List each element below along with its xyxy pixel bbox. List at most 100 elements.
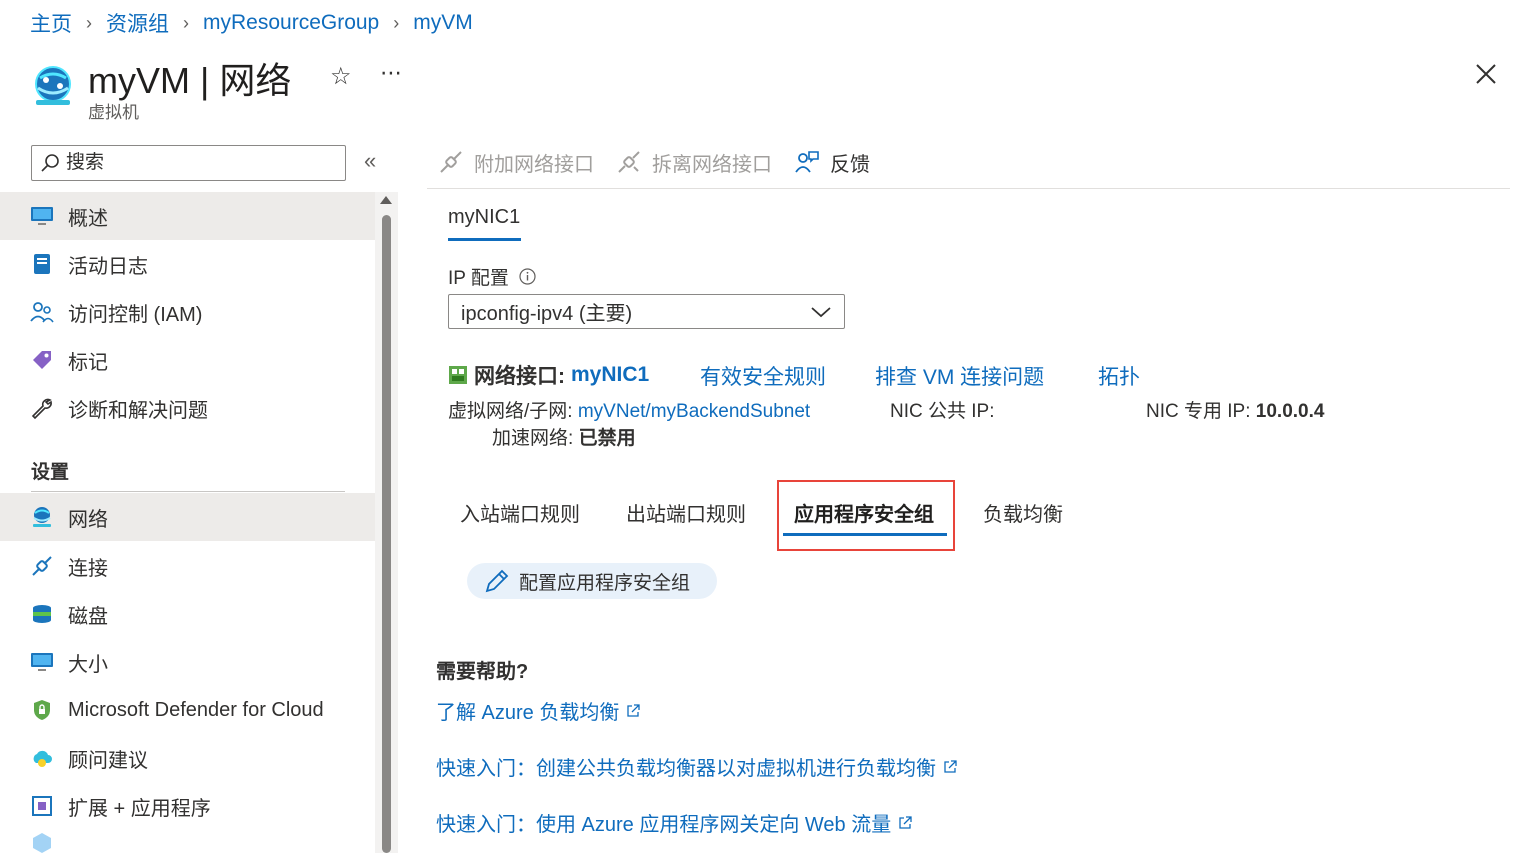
tag-icon bbox=[30, 348, 54, 372]
favorite-star-icon[interactable]: ☆ bbox=[330, 62, 352, 91]
effective-security-rules-link[interactable]: 有效安全规则 bbox=[700, 361, 826, 391]
sidebar-item-label: 标记 bbox=[68, 351, 108, 374]
sidebar-item-disks[interactable]: 磁盘 bbox=[0, 590, 375, 638]
ip-config-label: IP 配置 bbox=[448, 263, 536, 290]
cube-icon bbox=[30, 832, 54, 853]
chevron-right-icon: › bbox=[86, 12, 92, 33]
chevron-right-icon: › bbox=[393, 12, 400, 33]
command-bar: 附加网络接口 拆离网络接口 反馈 bbox=[438, 144, 892, 180]
tab-outbound-rules[interactable]: 出站端口规则 bbox=[626, 498, 746, 527]
tab-inbound-rules[interactable]: 入站端口规则 bbox=[460, 498, 580, 527]
public-ip-info: NIC 公共 IP: bbox=[890, 401, 995, 422]
more-options-icon[interactable]: ⋯ bbox=[380, 60, 403, 86]
external-link-icon bbox=[944, 759, 957, 773]
help-link-load-balancing[interactable]: 了解 Azure 负载均衡 bbox=[436, 696, 641, 725]
breadcrumb-resource-group[interactable]: myResourceGroup bbox=[203, 11, 379, 35]
vnet-subnet-link[interactable]: myVNet/myBackendSubnet bbox=[578, 401, 810, 422]
nic-label: 网络接口: bbox=[474, 365, 565, 388]
feedback-button[interactable]: 反馈 bbox=[794, 148, 870, 177]
page-subtitle: 虚拟机 bbox=[88, 103, 139, 122]
sidebar-item-label: 诊断和解决问题 bbox=[68, 399, 208, 422]
search-input[interactable] bbox=[66, 152, 326, 174]
info-icon[interactable] bbox=[519, 268, 536, 285]
feedback-icon bbox=[795, 151, 819, 173]
highlight-box bbox=[777, 480, 955, 551]
sidebar-item-label: 顾问建议 bbox=[68, 749, 148, 772]
edit-pencil-icon bbox=[485, 569, 509, 593]
plug-icon bbox=[30, 554, 54, 578]
attach-nic-button[interactable]: 附加网络接口 bbox=[438, 148, 594, 177]
nic-name-link[interactable]: myNIC1 bbox=[571, 363, 649, 387]
log-icon bbox=[30, 252, 54, 276]
nic-summary-row: 网络接口: myNIC1 有效安全规则 排查 VM 连接问题 拓扑 bbox=[448, 360, 1188, 390]
external-link-icon bbox=[899, 815, 912, 829]
help-link-quickstart-app-gateway[interactable]: 快速入门：使用 Azure 应用程序网关定向 Web 流量 bbox=[436, 808, 913, 837]
sidebar-item-activity-log[interactable]: 活动日志 bbox=[0, 240, 375, 288]
sidebar-item-size[interactable]: 大小 bbox=[0, 638, 375, 686]
sidebar-divider bbox=[31, 491, 345, 492]
ip-config-dropdown[interactable]: ipconfig-ipv4 (主要) bbox=[448, 294, 845, 329]
sidebar-item-iam[interactable]: 访问控制 (IAM) bbox=[0, 288, 375, 336]
accel-net-info: 加速网络: 已禁用 bbox=[492, 428, 636, 449]
troubleshoot-vm-link[interactable]: 排查 VM 连接问题 bbox=[875, 361, 1044, 391]
vnet-info: 虚拟网络/子网: myVNet/myBackendSubnet bbox=[448, 401, 811, 422]
sidebar-section-settings: 设置 bbox=[31, 462, 70, 483]
sidebar-item-label: 磁盘 bbox=[68, 605, 108, 628]
sidebar-item-label: 活动日志 bbox=[68, 255, 148, 278]
search-box[interactable] bbox=[31, 145, 346, 181]
sidebar-item-tags[interactable]: 标记 bbox=[0, 336, 375, 384]
nic-icon bbox=[449, 366, 467, 384]
sidebar-item-connect[interactable]: 连接 bbox=[0, 542, 375, 590]
scroll-up-arrow-icon[interactable] bbox=[380, 196, 392, 204]
scrollbar-thumb[interactable] bbox=[382, 215, 391, 853]
monitor-icon bbox=[30, 650, 54, 674]
configure-asg-button[interactable]: 配置应用程序安全组 bbox=[467, 563, 717, 599]
sidebar-item-partial[interactable] bbox=[0, 832, 375, 853]
unplug-icon bbox=[618, 151, 640, 173]
sidebar-item-advisor[interactable]: 顾问建议 bbox=[0, 734, 375, 782]
detach-nic-button[interactable]: 拆离网络接口 bbox=[616, 148, 772, 177]
plug-icon bbox=[440, 151, 462, 173]
cloud-icon bbox=[30, 746, 54, 770]
sidebar: 概述 活动日志 访问控制 (IAM) 标记 诊断和解决问题 设置 网络 连接 磁… bbox=[0, 192, 375, 853]
page-title: myVM | 网络 bbox=[88, 60, 292, 101]
collapse-sidebar-icon[interactable]: « bbox=[364, 148, 376, 174]
chevron-down-icon bbox=[811, 306, 831, 317]
close-icon[interactable] bbox=[1472, 60, 1500, 88]
topology-link[interactable]: 拓扑 bbox=[1098, 361, 1140, 391]
private-ip-info: NIC 专用 IP: 10.0.0.4 bbox=[1146, 401, 1325, 422]
sidebar-item-label: 扩展 + 应用程序 bbox=[68, 797, 211, 820]
sidebar-item-label: Microsoft Defender for Cloud bbox=[68, 698, 324, 721]
sidebar-item-networking[interactable]: 网络 bbox=[0, 493, 375, 541]
sidebar-item-label: 大小 bbox=[68, 653, 108, 676]
chevron-right-icon: › bbox=[183, 12, 189, 33]
accel-net-value: 已禁用 bbox=[578, 428, 636, 449]
shield-icon bbox=[30, 698, 54, 722]
breadcrumb-vm[interactable]: myVM bbox=[413, 11, 473, 35]
sidebar-item-defender[interactable]: Microsoft Defender for Cloud bbox=[0, 686, 375, 734]
tab-nic-underline bbox=[448, 238, 521, 241]
sidebar-item-label: 网络 bbox=[68, 508, 108, 531]
private-ip-value: 10.0.0.4 bbox=[1255, 401, 1325, 422]
breadcrumb-home[interactable]: 主页 bbox=[30, 8, 72, 38]
disk-icon bbox=[30, 602, 54, 626]
extension-icon bbox=[30, 794, 54, 818]
wrench-icon bbox=[30, 396, 54, 420]
tab-load-balancing[interactable]: 负载均衡 bbox=[983, 498, 1063, 527]
sidebar-item-label: 概述 bbox=[68, 207, 108, 230]
vm-network-icon bbox=[35, 66, 71, 105]
sidebar-item-diagnose[interactable]: 诊断和解决问题 bbox=[0, 384, 375, 432]
search-icon bbox=[41, 154, 59, 172]
sidebar-item-extensions[interactable]: 扩展 + 应用程序 bbox=[0, 782, 375, 830]
sidebar-item-label: 访问控制 (IAM) bbox=[68, 303, 203, 326]
tab-nic[interactable]: myNIC1 bbox=[448, 206, 520, 229]
external-link-icon bbox=[627, 703, 641, 717]
help-title: 需要帮助? bbox=[436, 661, 529, 683]
breadcrumb-resource-groups[interactable]: 资源组 bbox=[106, 8, 169, 38]
breadcrumb: 主页 › 资源组 › myResourceGroup › myVM bbox=[30, 8, 473, 38]
sidebar-item-overview[interactable]: 概述 bbox=[0, 192, 375, 240]
people-icon bbox=[30, 300, 54, 324]
command-bar-divider bbox=[427, 188, 1510, 189]
help-link-quickstart-public-lb[interactable]: 快速入门：创建公共负载均衡器以对虚拟机进行负载均衡 bbox=[436, 752, 958, 781]
sidebar-item-label: 连接 bbox=[68, 557, 108, 580]
